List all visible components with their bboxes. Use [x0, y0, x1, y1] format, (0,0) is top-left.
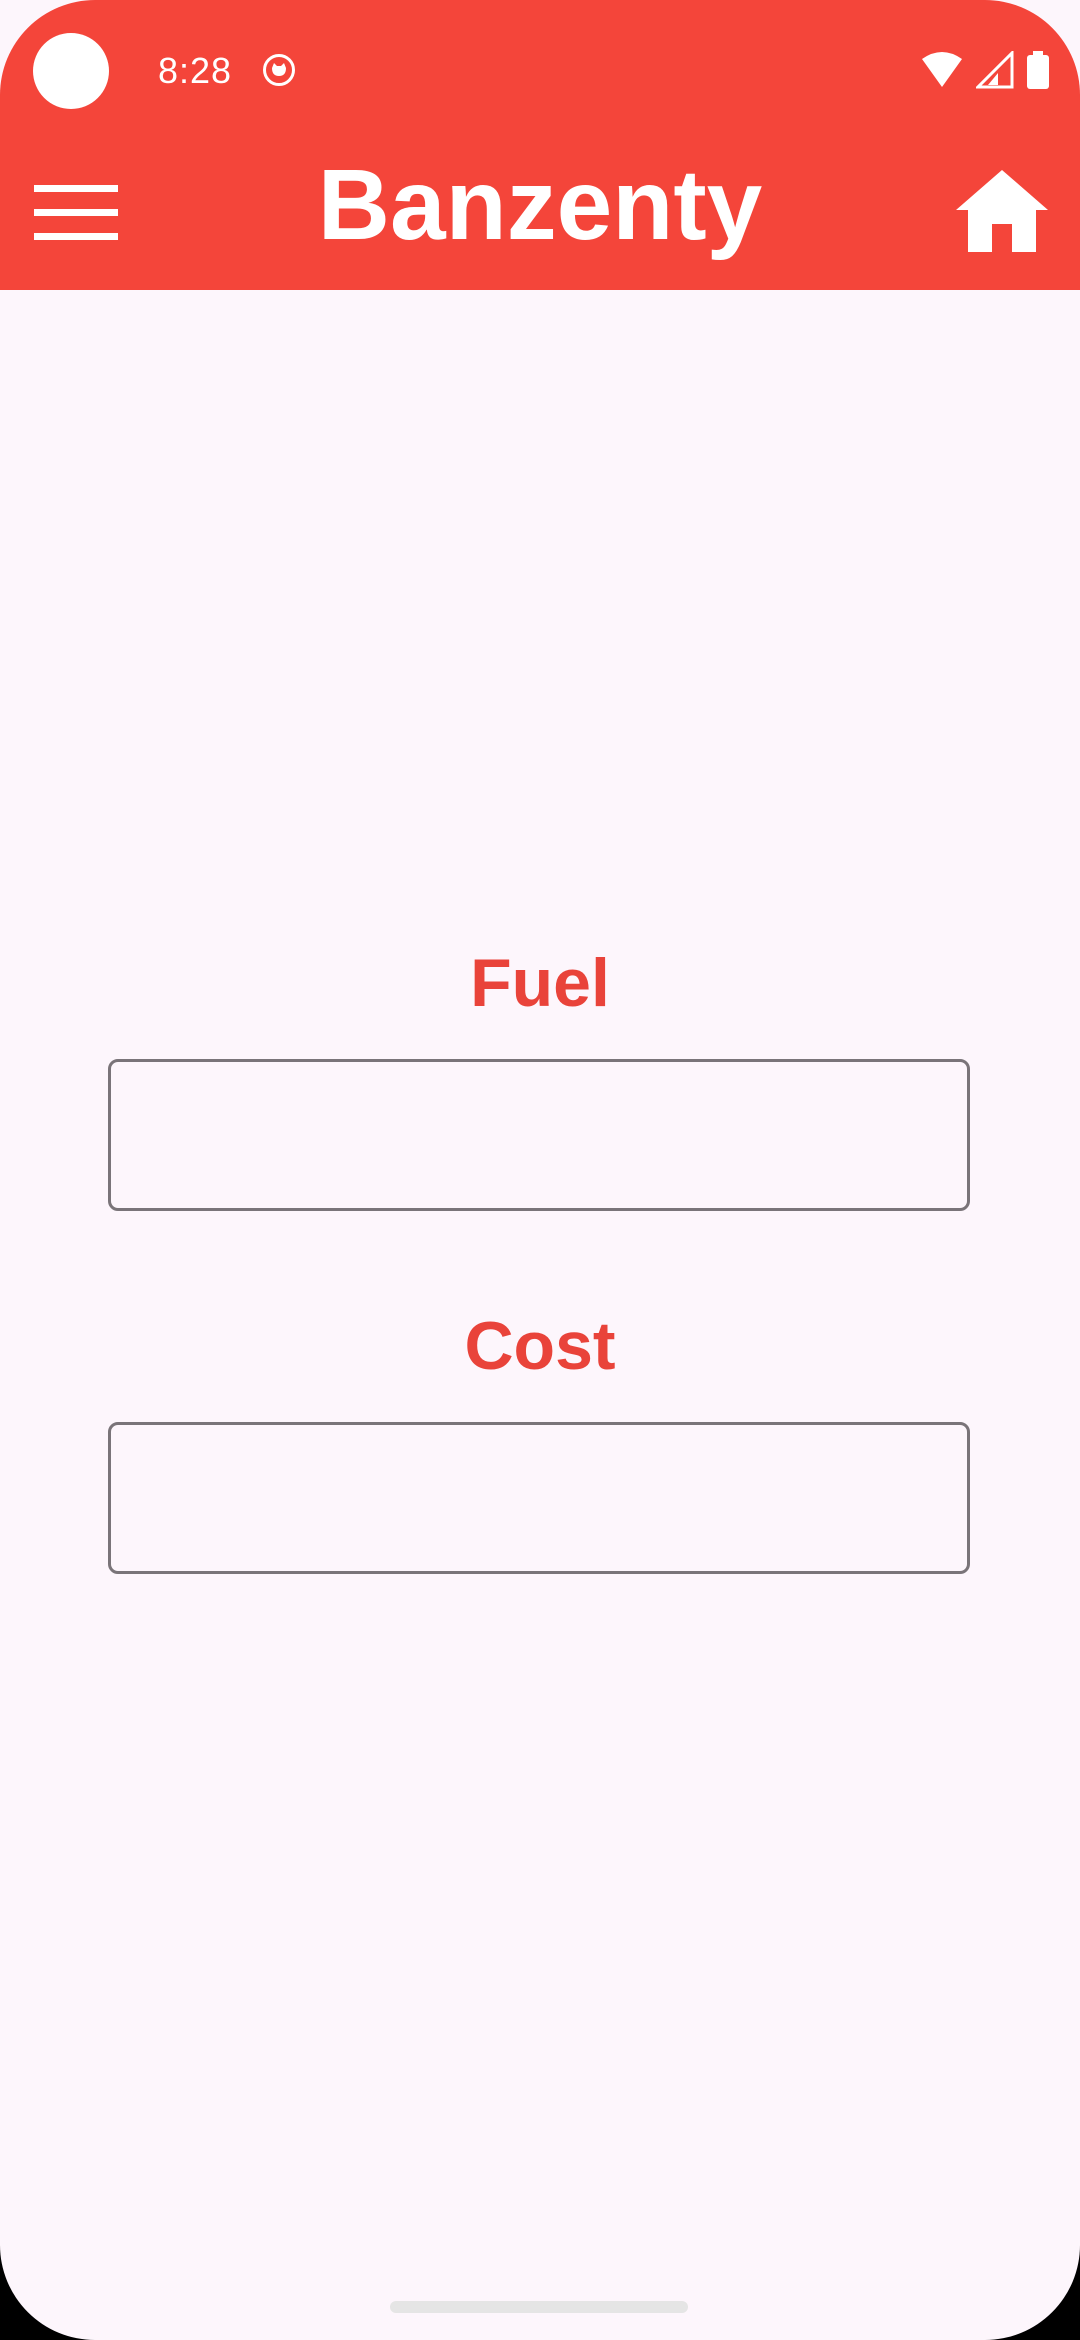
cost-input[interactable] [108, 1422, 970, 1574]
top-app-bar: 8:28 Banzenty [0, 0, 1080, 290]
status-icons [920, 50, 1050, 90]
cost-label: Cost [464, 1308, 616, 1384]
wifi-icon [922, 52, 962, 87]
app-title: Banzenty [317, 149, 763, 261]
signal-icon [976, 51, 1014, 89]
home-gesture-handle[interactable] [390, 2301, 688, 2313]
fuel-input[interactable] [108, 1059, 970, 1211]
camera-cutout [33, 33, 109, 109]
home-icon[interactable] [956, 170, 1048, 252]
fuel-label: Fuel [470, 945, 610, 1021]
notification-icon [263, 54, 295, 86]
battery-icon [1027, 51, 1049, 89]
app-screen: 8:28 Banzenty Fuel Cost [0, 0, 1080, 2340]
status-time: 8:28 [158, 50, 233, 91]
